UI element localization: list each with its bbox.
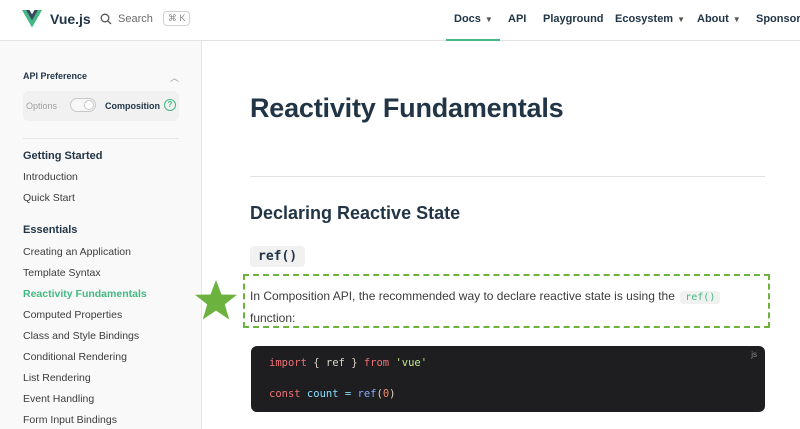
code-token: ref (357, 388, 377, 400)
top-navbar: Vue.js Search ⌘ K Docs ▼ API Playground … (0, 0, 800, 41)
nav-sponsor-label: Sponsor (756, 13, 800, 25)
sidebar-item-conditional-rendering[interactable]: Conditional Rendering (23, 351, 127, 363)
nav-playground[interactable]: Playground (543, 13, 604, 25)
code-language-label: js (751, 350, 757, 359)
code-token: { ref } (306, 357, 364, 369)
nav-api[interactable]: API (508, 13, 526, 25)
sidebar-item-computed-properties[interactable]: Computed Properties (23, 309, 122, 321)
code-block: js import { ref } from 'vue' const count… (251, 346, 765, 412)
nav-ecosystem[interactable]: Ecosystem ▼ (615, 13, 685, 25)
chevron-up-icon[interactable]: ︿ (170, 71, 179, 84)
search-shortcut: ⌘ K (162, 11, 191, 26)
sidebar-item-creating-an-application[interactable]: Creating an Application (23, 246, 131, 258)
sidebar-item-event-handling[interactable]: Event Handling (23, 393, 94, 405)
code-token: const (269, 388, 301, 400)
sidebar-item-quick-start[interactable]: Quick Start (23, 192, 75, 204)
sidebar-item-class-and-style-bindings[interactable]: Class and Style Bindings (23, 330, 139, 342)
sidebar-item-form-input-bindings[interactable]: Form Input Bindings (23, 414, 117, 426)
intro-paragraph: In Composition API, the recommended way … (250, 286, 770, 329)
api-style-toggle[interactable] (70, 98, 96, 112)
code-token: import (269, 357, 307, 369)
code-token: = (338, 388, 358, 400)
nav-about[interactable]: About ▼ (697, 13, 741, 25)
brand-link[interactable]: Vue.js (22, 10, 91, 28)
nav-playground-label: Playground (543, 13, 604, 25)
code-line-2: const count = ref(0) (269, 388, 395, 400)
nav-api-label: API (508, 13, 527, 25)
code-token: count (300, 388, 339, 400)
para-text-before: In Composition API, the recommended way … (250, 289, 679, 303)
para-text-after: function: (250, 311, 296, 325)
code-line-1: import { ref } from 'vue' (269, 357, 427, 369)
vue-logo-icon (22, 10, 42, 28)
nav-about-label: About (697, 13, 729, 25)
api-preference-title: API Preference (23, 71, 88, 81)
section-heading: Declaring Reactive State (250, 203, 461, 223)
content-divider (250, 176, 765, 177)
inline-code-ref: ref() (680, 291, 721, 304)
help-icon[interactable]: ? (164, 99, 176, 111)
brand-name: Vue.js (50, 11, 91, 27)
code-token: 'vue' (389, 357, 428, 369)
section-getting-started: Getting Started (23, 150, 103, 162)
toggle-knob (84, 100, 94, 110)
search-label: Search (118, 12, 153, 25)
chevron-down-icon: ▼ (732, 14, 741, 24)
page-title: Reactivity Fundamentals (250, 93, 564, 123)
nav-active-indicator (446, 39, 500, 41)
sidebar-item-reactivity-fundamentals[interactable]: Reactivity Fundamentals (23, 288, 147, 300)
api-preference-switch: Options Composition ? (23, 91, 179, 121)
option-composition[interactable]: Composition (105, 101, 160, 111)
sidebar-item-template-syntax[interactable]: Template Syntax (23, 267, 101, 279)
nav-ecosystem-label: Ecosystem (615, 13, 674, 25)
sidebar-item-list-rendering[interactable]: List Rendering (23, 372, 91, 384)
search-button[interactable]: Search ⌘ K (100, 11, 191, 26)
nav-sponsor[interactable]: Sponsor (756, 13, 800, 25)
sidebar-divider (23, 138, 179, 139)
subsection-heading: ref() (250, 246, 306, 267)
nav-docs[interactable]: Docs ▼ (454, 13, 493, 25)
code-token: ) (389, 388, 396, 400)
sidebar-item-introduction[interactable]: Introduction (23, 171, 78, 183)
nav-docs-label: Docs (454, 13, 481, 25)
option-options[interactable]: Options (26, 101, 57, 111)
section-essentials: Essentials (23, 224, 78, 236)
code-token: from (363, 357, 390, 369)
chevron-down-icon: ▼ (484, 14, 493, 24)
search-icon (100, 13, 112, 24)
chevron-down-icon: ▼ (677, 14, 686, 24)
sidebar: API Preference ︿ Options Composition ? G… (0, 41, 202, 429)
star-marker-icon (195, 280, 237, 320)
